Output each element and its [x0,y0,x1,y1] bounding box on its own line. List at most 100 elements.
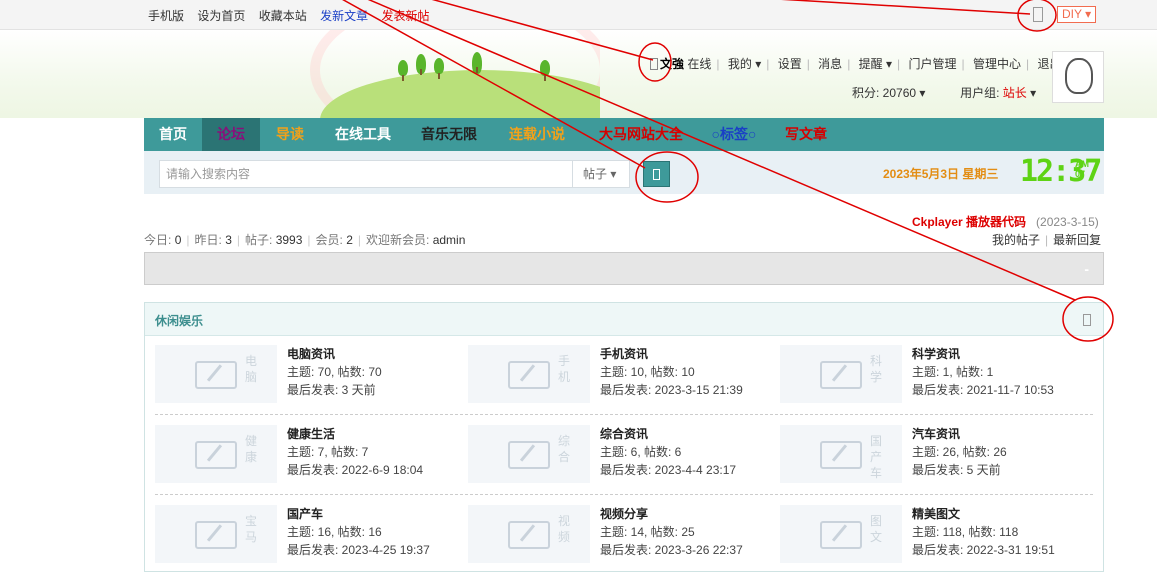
nav-sites[interactable]: 大马网站大全 [582,118,700,151]
username[interactable]: 文強 [660,57,684,71]
mobile-link[interactable]: 手机版 [148,9,184,23]
search-icon [653,169,660,180]
user-group-menu[interactable]: 用户组: 站长 ▾ [960,86,1036,100]
forum-glyph: 手机 [558,354,571,384]
online-status[interactable]: 在线 [687,55,711,72]
forum-name[interactable]: 精美图文 [912,505,960,522]
forum-name[interactable]: 汽车资讯 [912,425,960,442]
bookmark-link[interactable]: 收藏本站 [259,9,307,23]
collapsed-panel: - [144,252,1104,285]
set-homepage-link[interactable]: 设为首页 [197,9,245,23]
forum-name[interactable]: 电脑资讯 [287,345,335,362]
admin-center-link[interactable]: 管理中心 [973,55,1021,72]
forum-item[interactable]: 综合 综合资讯 主题: 6, 帖数: 6 最后发表: 2023-4-4 23:17 [468,425,768,485]
user-icon [650,58,658,70]
forum-name[interactable]: 视频分享 [600,505,648,522]
edit-pad-icon [195,521,237,549]
forum-thumbnail[interactable]: 视频 [468,505,590,563]
forum-item[interactable]: 图文 精美图文主题: 118, 帖数: 118 最后发表: 2022-3-31 19… [780,505,1080,565]
my-posts-link[interactable]: 我的帖子 [992,233,1040,247]
credits-menu[interactable]: 积分: 20760 ▾ [852,86,925,100]
forum-last-post[interactable]: 最后发表: 2023-3-26 22:37 [600,541,743,558]
forum-thumbnail[interactable]: 图文 [780,505,902,563]
forum-item[interactable]: 健康 健康生活 主题: 7, 帖数: 7 最后发表: 2022-6-9 18:04 [155,425,455,485]
avatar[interactable] [1052,51,1104,103]
edit-pad-icon [820,361,862,389]
forum-counts: 主题: 26, 帖数: 26 [912,445,1007,459]
nav-write[interactable]: 写文章 [768,118,844,151]
forum-thumbnail[interactable]: 科学 [780,345,902,403]
forum-thumbnail[interactable]: 健康 [155,425,277,483]
forum-last-post[interactable]: 最后发表: 2023-3-15 21:39 [600,381,743,398]
nav-novels[interactable]: 连载小说 [492,118,582,151]
header-scene-image [300,30,600,118]
search-button[interactable] [643,161,670,187]
forum-name[interactable]: 健康生活 [287,425,335,442]
forum-glyph: 宝马 [245,514,258,544]
forum-thumbnail[interactable]: 宝马 [155,505,277,563]
section-toggle-icon[interactable] [1083,314,1091,326]
forum-thumbnail[interactable]: 国产车 [780,425,902,483]
messages-link[interactable]: 消息 [818,55,842,72]
forum-glyph: 电脑 [245,354,258,384]
settings-link[interactable]: 设置 [778,55,802,72]
forum-stats: 今日: 0 | 昨日: 3 | 帖子: 3993 | 会员: 2 | 欢迎新会员: admin [144,233,466,247]
search-type-select[interactable]: 帖子 ▾ [572,160,630,188]
forum-glyph: 综合 [558,434,571,464]
forum-item[interactable]: 手机 手机资讯主题: 10, 帖数: 10 最后发表: 2023-3-15 21:3… [468,345,768,405]
newest-member-link[interactable]: admin [433,233,466,247]
search-input[interactable]: 请输入搜索内容 [159,160,573,188]
forum-item[interactable]: 国产车 汽车资讯主题: 26, 帖数: 26 最后发表: 5 天前 [780,425,1080,485]
forum-counts: 主题: 10, 帖数: 10 [600,365,695,379]
forum-thumbnail[interactable]: 电脑 [155,345,277,403]
forum-glyph: 健康 [245,434,258,464]
forum-last-post[interactable]: 最后发表: 2022-6-9 18:04 [287,461,423,478]
nav-tags[interactable]: ○标签○ [700,118,768,151]
my-links: 我的帖子 | 最新回复 [992,233,1102,247]
nav-online-tools[interactable]: 在线工具 [320,118,406,151]
forum-last-post[interactable]: 最后发表: 2023-4-25 19:37 [287,541,430,558]
notify-menu[interactable]: 提醒 ▾ [859,55,892,72]
section-title[interactable]: 休闲娱乐 [155,312,203,329]
nav-forum[interactable]: 论坛 [202,118,260,151]
edit-pad-icon [820,441,862,469]
forum-last-post[interactable]: 最后发表: 2021-11-7 10:53 [912,381,1054,398]
forum-name[interactable]: 国产车 [287,505,323,522]
my-menu[interactable]: 我的 ▾ [728,55,761,72]
forum-name[interactable]: 手机资讯 [600,345,648,362]
forum-last-post[interactable]: 最后发表: 2022-3-31 19:51 [912,541,1055,558]
forum-item[interactable]: 宝马 国产车 主题: 16, 帖数: 16 最后发表: 2023-4-25 19:37 [155,505,455,565]
forum-last-post[interactable]: 最后发表: 5 天前 [912,461,1001,478]
forum-counts: 主题: 70, 帖数: 70 [287,365,382,379]
new-article-link[interactable]: 发新文章 [320,9,368,23]
diy-button[interactable]: DIY ▾ [1057,6,1097,23]
forum-item[interactable]: 科学 科学资讯 主题: 1, 帖数: 1 最后发表: 2021-11-7 10:53 [780,345,1080,405]
forum-item[interactable]: 电脑 电脑资讯主题: 70, 帖数: 70 最后发表: 3 天前 [155,345,455,405]
nav-home[interactable]: 首页 [144,118,202,151]
edit-pad-icon [820,521,862,549]
main-nav: 首页 论坛 导读 在线工具 音乐无限 连载小说 大马网站大全 ○标签○ 写文章 [144,118,1104,151]
collapse-toggle[interactable]: - [1084,261,1089,277]
date-text: 2023年5月3日 星期三 [883,167,999,181]
forum-last-post[interactable]: 最后发表: 2023-4-4 23:17 [600,461,736,478]
nav-guide[interactable]: 导读 [260,118,320,151]
nav-music[interactable]: 音乐无限 [406,118,492,151]
switch-icon[interactable] [1033,7,1043,22]
forum-name[interactable]: 综合资讯 [600,425,648,442]
edit-pad-icon [508,521,550,549]
new-post-link[interactable]: 发表新帖 [381,9,429,23]
portal-admin-link[interactable]: 门户管理 [909,55,957,72]
forum-name[interactable]: 科学资讯 [912,345,960,362]
forum-last-post[interactable]: 最后发表: 3 天前 [287,381,376,398]
latest-replies-link[interactable]: 最新回复 [1053,233,1101,247]
edit-pad-icon [508,361,550,389]
header: 文強 在线 | 我的 ▾ | 设置 | 消息 | 提醒 ▾ | 门户管理 | 管理中心 | 退… [0,30,1157,118]
forum-thumbnail[interactable]: 手机 [468,345,590,403]
forum-counts: 主题: 118, 帖数: 118 [912,525,1019,539]
user-info-line: 积分: 20760 ▾ 用户组: 站长 ▾ [852,84,1036,101]
edit-pad-icon [195,361,237,389]
forum-thumbnail[interactable]: 综合 [468,425,590,483]
forum-item[interactable]: 视频 视频分享 主题: 14, 帖数: 25 最后发表: 2023-3-26 22:3… [468,505,768,565]
forum-glyph: 图文 [870,514,883,544]
announcement-title[interactable]: Ckplayer 播放器代码 [912,215,1026,229]
